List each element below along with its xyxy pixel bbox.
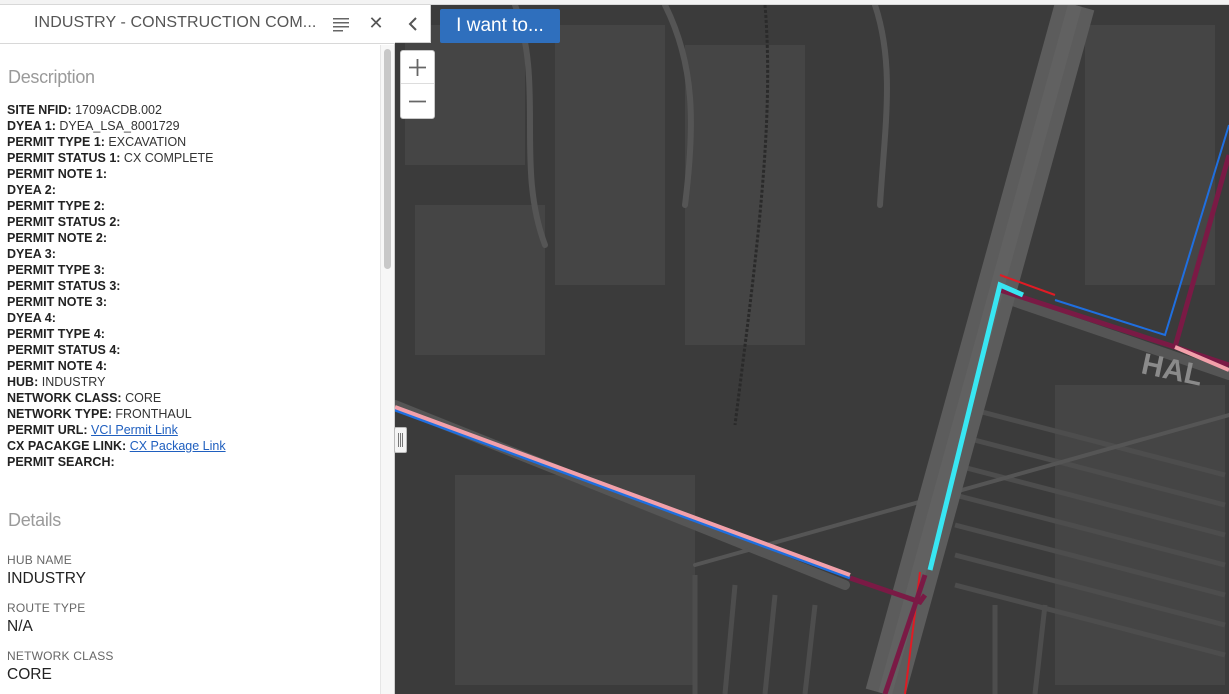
attribute-row: PERMIT STATUS 3: bbox=[7, 278, 377, 294]
attribute-row: NETWORK TYPE: FRONTHAUL bbox=[7, 406, 377, 422]
attribute-row: PERMIT NOTE 3: bbox=[7, 294, 377, 310]
attribute-value: DYEA_LSA_8001729 bbox=[59, 119, 180, 133]
panel-header: INDUSTRY - CONSTRUCTION COM... ✕ bbox=[0, 5, 395, 44]
attribute-label: NETWORK TYPE: bbox=[7, 407, 112, 421]
attribute-label: HUB: bbox=[7, 375, 39, 389]
attribute-row: PERMIT STATUS 2: bbox=[7, 214, 377, 230]
attribute-label: PERMIT STATUS 2: bbox=[7, 215, 121, 229]
description-heading: Description bbox=[8, 67, 95, 87]
city-block bbox=[1055, 385, 1225, 685]
zoom-control bbox=[400, 50, 435, 119]
attribute-row: PERMIT TYPE 1: EXCAVATION bbox=[7, 134, 377, 150]
detail-field: ROUTE TYPE N/A bbox=[7, 601, 85, 636]
attribute-label: PERMIT SEARCH: bbox=[7, 455, 115, 469]
attribute-label: NETWORK CLASS: bbox=[7, 391, 122, 405]
attribute-row: PERMIT STATUS 4: bbox=[7, 342, 377, 358]
attribute-row: PERMIT SEARCH: bbox=[7, 454, 377, 470]
parcel-line bbox=[722, 584, 738, 694]
attribute-label: PERMIT NOTE 3: bbox=[7, 295, 108, 309]
i-want-to-button[interactable]: I want to... bbox=[440, 9, 560, 43]
city-block bbox=[415, 205, 545, 355]
detail-value: INDUSTRY bbox=[7, 570, 86, 587]
attribute-row: PERMIT NOTE 1: bbox=[7, 166, 377, 182]
panel-resize-handle[interactable] bbox=[394, 427, 407, 453]
attribute-row: DYEA 4: bbox=[7, 310, 377, 326]
parcel-line bbox=[762, 594, 778, 694]
attribute-value: INDUSTRY bbox=[41, 375, 106, 389]
detail-field: NETWORK CLASS CORE bbox=[7, 649, 114, 684]
attribute-label: PERMIT TYPE 1: bbox=[7, 135, 105, 149]
chevron-left-icon bbox=[408, 17, 417, 31]
attribute-row: NETWORK CLASS: CORE bbox=[7, 390, 377, 406]
resize-handle-icon bbox=[398, 433, 403, 447]
city-block bbox=[685, 45, 805, 345]
attribute-label: PERMIT NOTE 1: bbox=[7, 167, 108, 181]
attribute-row: PERMIT NOTE 4: bbox=[7, 358, 377, 374]
city-block bbox=[1085, 25, 1215, 285]
close-icon[interactable]: ✕ bbox=[368, 13, 384, 33]
list-icon[interactable] bbox=[332, 15, 350, 33]
detail-field: HUB NAME INDUSTRY bbox=[7, 553, 86, 588]
detail-label: NETWORK CLASS bbox=[7, 649, 114, 663]
parcel-line bbox=[802, 604, 818, 694]
attribute-row: DYEA 2: bbox=[7, 182, 377, 198]
attribute-row: PERMIT TYPE 2: bbox=[7, 198, 377, 214]
zoom-in-button[interactable] bbox=[401, 51, 434, 84]
attribute-label: PERMIT TYPE 4: bbox=[7, 327, 105, 341]
attribute-label: PERMIT STATUS 1: bbox=[7, 151, 121, 165]
attribute-row: CX PACAKGE LINK: CX Package Link bbox=[7, 438, 377, 454]
attribute-row: PERMIT NOTE 2: bbox=[7, 230, 377, 246]
attribute-value: EXCAVATION bbox=[108, 135, 187, 149]
city-block bbox=[555, 25, 665, 285]
panel-body: Description SITE NFID: 1709ACDB.002 DYEA … bbox=[0, 45, 380, 694]
zoom-out-button[interactable] bbox=[401, 85, 434, 118]
attribute-link[interactable]: VCI Permit Link bbox=[91, 423, 178, 437]
map-view[interactable]: HAL bbox=[395, 5, 1229, 694]
details-heading: Details bbox=[8, 510, 61, 530]
attribute-row: PERMIT TYPE 4: bbox=[7, 326, 377, 342]
detail-value: N/A bbox=[7, 618, 33, 635]
road bbox=[872, 5, 890, 208]
scrollbar-thumb[interactable] bbox=[384, 49, 391, 269]
map-canvas[interactable]: HAL bbox=[395, 5, 1229, 694]
detail-value: CORE bbox=[7, 666, 52, 683]
attribute-label: PERMIT STATUS 4: bbox=[7, 343, 121, 357]
attribute-label: DYEA 2: bbox=[7, 183, 56, 197]
attribute-label: DYEA 4: bbox=[7, 311, 56, 325]
detail-label: ROUTE TYPE bbox=[7, 601, 86, 615]
attribute-label: CX PACAKGE LINK: bbox=[7, 439, 127, 453]
attribute-value: CX COMPLETE bbox=[123, 151, 214, 165]
attribute-row: DYEA 3: bbox=[7, 246, 377, 262]
parcel-line bbox=[1032, 604, 1048, 694]
attribute-label: PERMIT NOTE 2: bbox=[7, 231, 108, 245]
plus-icon bbox=[409, 59, 426, 76]
attribute-label: SITE NFID: bbox=[7, 103, 72, 117]
description-attributes: SITE NFID: 1709ACDB.002 DYEA 1: DYEA_LSA_… bbox=[7, 102, 377, 470]
attribute-row: PERMIT STATUS 1: CX COMPLETE bbox=[7, 150, 377, 166]
attribute-label: PERMIT TYPE 2: bbox=[7, 199, 105, 213]
collapse-panel-button[interactable] bbox=[395, 5, 431, 43]
attribute-row: DYEA 1: DYEA_LSA_8001729 bbox=[7, 118, 377, 134]
attribute-row: PERMIT TYPE 3: bbox=[7, 262, 377, 278]
attribute-value: 1709ACDB.002 bbox=[75, 103, 162, 117]
attribute-label: DYEA 3: bbox=[7, 247, 56, 261]
attribute-label: DYEA 1: bbox=[7, 119, 56, 133]
panel-scrollbar[interactable] bbox=[380, 45, 394, 694]
minus-icon bbox=[409, 100, 426, 103]
attribute-value: FRONTHAUL bbox=[115, 407, 192, 421]
detail-label: HUB NAME bbox=[7, 553, 72, 567]
attribute-link[interactable]: CX Package Link bbox=[130, 439, 226, 453]
attribute-row: SITE NFID: 1709ACDB.002 bbox=[7, 102, 377, 118]
attribute-label: PERMIT URL: bbox=[7, 423, 88, 437]
attribute-row: PERMIT URL: VCI Permit Link bbox=[7, 422, 377, 438]
attribute-label: PERMIT NOTE 4: bbox=[7, 359, 108, 373]
attribute-label: PERMIT STATUS 3: bbox=[7, 279, 121, 293]
attribute-row: HUB: INDUSTRY bbox=[7, 374, 377, 390]
panel-title: INDUSTRY - CONSTRUCTION COM... bbox=[34, 14, 317, 31]
feature-details-panel: INDUSTRY - CONSTRUCTION COM... ✕ Descrip… bbox=[0, 5, 395, 694]
attribute-label: PERMIT TYPE 3: bbox=[7, 263, 105, 277]
attribute-value: CORE bbox=[125, 391, 162, 405]
